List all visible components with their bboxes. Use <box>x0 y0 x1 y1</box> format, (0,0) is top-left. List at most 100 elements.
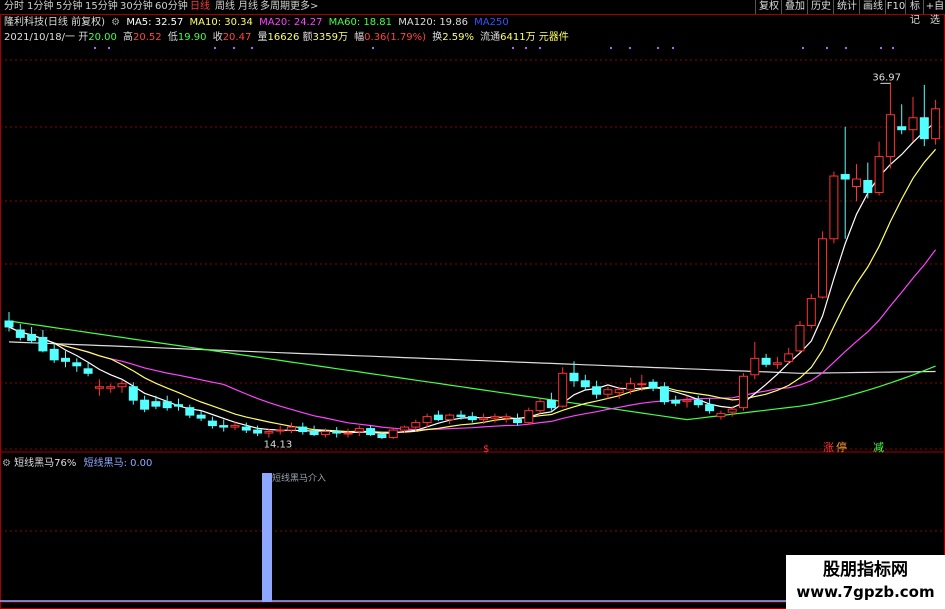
event-dot <box>802 47 804 49</box>
event-dot <box>892 47 894 49</box>
candle-body <box>151 401 161 407</box>
stats-button[interactable]: 统计 <box>833 0 860 14</box>
candle-body <box>648 381 658 389</box>
candle <box>716 410 726 420</box>
candle-body <box>128 386 138 401</box>
candle-body <box>524 410 534 424</box>
candle <box>671 395 681 407</box>
candle-body <box>162 401 172 409</box>
candle-body <box>38 336 48 352</box>
candle <box>863 162 873 199</box>
candle <box>852 164 861 202</box>
candle <box>659 382 669 405</box>
candle <box>739 373 748 411</box>
candle <box>128 382 138 405</box>
timeframe-tab-monthly[interactable]: 月线 <box>238 0 258 14</box>
fuquan-button[interactable]: 复权 <box>755 0 782 14</box>
change-label: 幅 <box>354 32 365 43</box>
candle-body <box>490 416 500 419</box>
indicator-name[interactable]: 短线黑马76% <box>14 458 76 469</box>
candle-body <box>479 417 489 421</box>
f10-button[interactable]: F10 <box>885 0 906 14</box>
candle-body <box>863 180 873 193</box>
candle <box>784 347 794 365</box>
candle <box>185 404 195 419</box>
event-dot <box>108 47 110 49</box>
candle <box>648 379 658 392</box>
event-dot <box>525 47 527 49</box>
stock-title: 隆利科技(日线 前复权) <box>4 17 105 28</box>
candle-body <box>72 362 82 367</box>
ma5-line <box>8 121 936 435</box>
open-label: 开 <box>78 32 89 43</box>
event-dot <box>672 47 674 49</box>
timeframe-tab-30min[interactable]: 30分钟 <box>120 0 153 14</box>
candle-body <box>569 372 579 382</box>
candle-body <box>546 399 556 409</box>
candle-body <box>49 348 59 361</box>
draw-line-button[interactable]: 画线 <box>859 0 886 14</box>
event-dot <box>880 47 882 49</box>
amount-label: 额 <box>302 32 313 43</box>
overlay-button[interactable]: 叠加 <box>781 0 808 14</box>
timeframe-tab-1min[interactable]: 1分钟 <box>27 0 53 14</box>
candle-body <box>61 357 70 362</box>
timeframe-tab-more[interactable]: 更多> <box>290 0 318 14</box>
mark-button[interactable]: 标记 <box>905 0 924 26</box>
candlestick-chart[interactable]: 36.97 14.13 $ 涨停 减 短线黑马介入 <box>0 0 945 609</box>
candle-body <box>377 434 387 439</box>
ma10-label: MA10: 30.34 <box>189 17 253 28</box>
candle-body <box>614 389 624 394</box>
timeframe-tab-fenshi[interactable]: 分时 <box>4 0 24 14</box>
candle <box>818 231 828 299</box>
candle-body <box>919 117 929 140</box>
candle <box>501 413 511 423</box>
candle <box>772 356 782 369</box>
candle-body <box>467 416 477 421</box>
candle <box>207 416 217 429</box>
candle <box>94 379 104 396</box>
add-favorite-button[interactable]: +自选 <box>923 0 945 26</box>
candle-body <box>840 174 850 180</box>
candle <box>15 323 25 341</box>
candle <box>49 343 59 363</box>
high-value: 20.52 <box>133 32 162 43</box>
timeframe-tab-weekly[interactable]: 周线 <box>215 0 235 14</box>
candle-body <box>772 362 782 365</box>
ma250-label: MA250 <box>474 17 509 28</box>
open-value: 20.00 <box>88 32 117 43</box>
ma-legend-row: 隆利科技(日线 前复权) ⚙ MA5: 32.57 MA10: 30.34 MA… <box>0 16 512 30</box>
candle <box>196 410 206 422</box>
high-label: 高 <box>123 32 134 43</box>
ma120-label: MA120: 19.86 <box>398 17 468 28</box>
candle-body <box>501 416 511 419</box>
candle <box>354 425 364 437</box>
candle-body <box>185 407 195 416</box>
candle-body <box>705 404 715 412</box>
turnover-label: 换 <box>432 32 443 43</box>
candle-body <box>795 324 805 352</box>
timeframe-tab-15min[interactable]: 15分钟 <box>85 0 118 14</box>
candle-body <box>513 419 522 424</box>
candle-body <box>411 422 421 428</box>
low-value: 19.90 <box>177 32 207 43</box>
candle <box>287 422 296 434</box>
amount-value: 3359万 <box>312 32 348 43</box>
candle-body <box>784 353 794 362</box>
event-dot <box>629 47 631 49</box>
indicator-gear-icon[interactable]: ⚙ <box>2 458 11 469</box>
timeframe-tab-5min[interactable]: 5分钟 <box>56 0 82 14</box>
timeframe-tab-60min[interactable]: 60分钟 <box>155 0 188 14</box>
candle-body <box>388 429 398 439</box>
candle <box>592 380 602 399</box>
settings-gear-icon[interactable]: ⚙ <box>111 17 120 28</box>
timeframe-tab-daily[interactable]: 日线 <box>190 0 210 14</box>
candle <box>908 96 918 142</box>
low-label: 低 <box>167 32 178 43</box>
timeframe-tab-multi[interactable]: 多周期 <box>260 0 290 14</box>
float-value: 6411万 <box>500 32 536 43</box>
history-button[interactable]: 历史 <box>807 0 834 14</box>
candle-body <box>27 333 37 341</box>
candle-body <box>196 414 206 419</box>
candle-body <box>908 117 918 131</box>
